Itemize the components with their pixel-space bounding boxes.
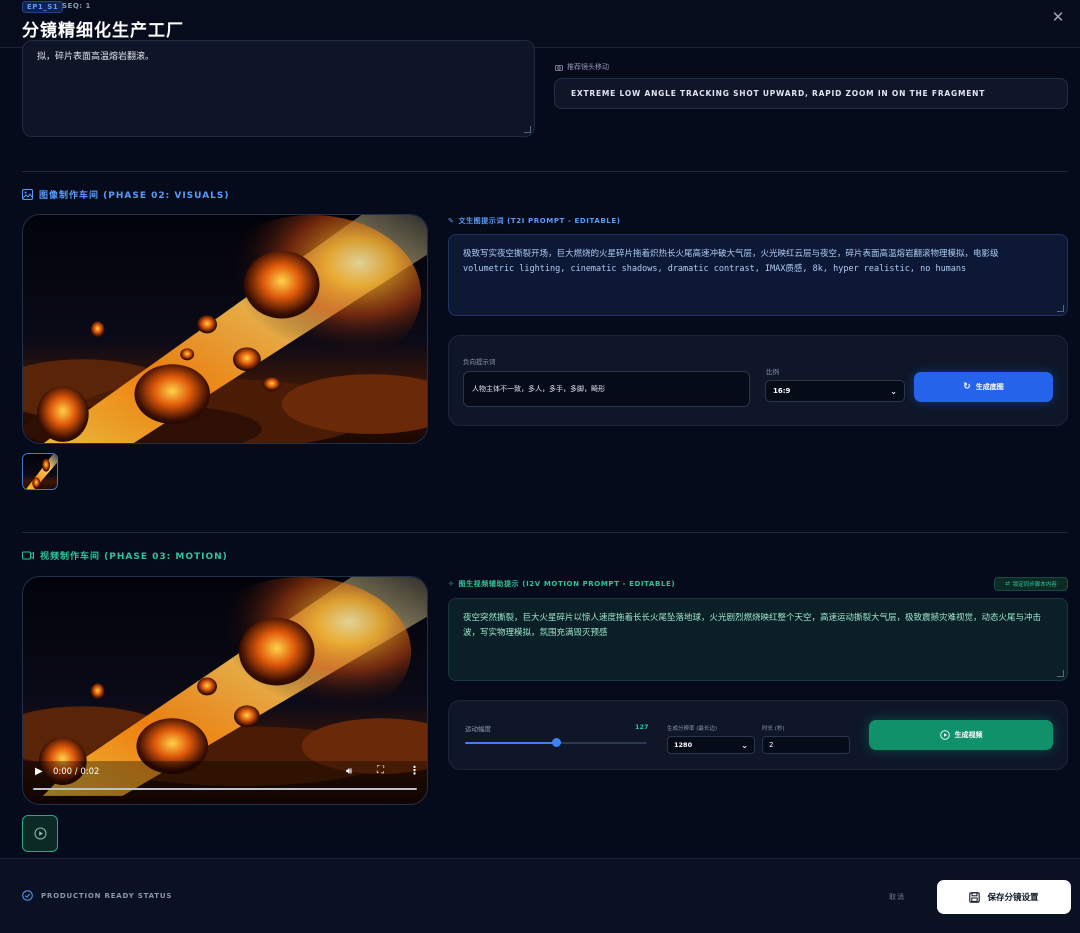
video-thumbnail[interactable]: [22, 815, 58, 852]
episode-badge: EP1_S1: [22, 1, 64, 13]
aspect-ratio-label: 比例: [766, 368, 779, 376]
camera-movement-label: 推荐镜头移动: [555, 62, 609, 72]
close-icon[interactable]: ✕: [1050, 9, 1066, 25]
save-storyboard-label: 保存分镜设置: [987, 893, 1039, 903]
resolution-label: 生成分辨率 (最长边): [667, 726, 718, 732]
video-controls: ▶ 0:00 / 0:02 🔊︎ ⛶ ⋮: [23, 760, 427, 804]
cancel-button[interactable]: 取消: [889, 892, 905, 902]
story-textarea[interactable]: 拟，碎片表面高温熔岩翻滚。: [22, 40, 535, 137]
t2i-prompt-label: ✎ 文生图提示词 (T2I PROMPT - EDITABLE): [448, 216, 621, 226]
page-title: 分镜精细化生产工厂: [22, 21, 184, 41]
generate-video-button[interactable]: 生成视频: [869, 720, 1053, 750]
sparkle-icon: ✧: [448, 580, 455, 588]
generate-video-label: 生成视频: [954, 731, 983, 739]
t2i-prompt-textarea[interactable]: 极致写实夜空撕裂开场，巨大燃烧的火星碎片拖着炽热长火尾高速冲破大气层，火光映红云…: [448, 234, 1068, 316]
motion-intensity-slider[interactable]: [465, 738, 647, 747]
sync-script-button[interactable]: ⇄ 锁定同步脚本内容: [994, 577, 1068, 591]
slider-fill: [465, 742, 556, 744]
sync-script-label: 锁定同步脚本内容: [1012, 582, 1057, 588]
refresh-icon: ↻: [963, 382, 971, 392]
save-icon: [969, 891, 981, 903]
aspect-ratio-select[interactable]: 16:9 ⌄: [765, 380, 905, 402]
generate-image-label: 生成底图: [975, 383, 1004, 391]
resolution-select[interactable]: 1280 ⌄: [667, 736, 755, 754]
meteor-scene-image: [23, 215, 427, 443]
t2i-prompt-text: 极致写实夜空撕裂开场，巨大燃烧的火星碎片拖着炽热长火尾高速冲破大气层，火光映红云…: [463, 249, 999, 274]
camera-icon: [555, 64, 563, 71]
video-player[interactable]: ▶ 0:00 / 0:02 🔊︎ ⛶ ⋮: [22, 576, 428, 805]
play-icon[interactable]: ▶: [35, 766, 43, 777]
production-status: PRODUCTION READY STATUS: [22, 890, 172, 901]
duration-input[interactable]: 2: [762, 736, 850, 754]
camera-label-text: 推荐镜头移动: [567, 63, 609, 71]
chevron-down-icon: ⌄: [890, 386, 897, 396]
motion-section-text: 视频制作车间 (PHASE 03: MOTION): [40, 552, 228, 562]
negative-prompt-value: 人物主体不一致，多人，多手，多脚，畸形: [472, 385, 605, 393]
i2v-prompt-text: 夜空突然撕裂，巨大火星碎片以惊人速度拖着长长火尾坠落地球，火光剧烈燃烧映红整个天…: [463, 613, 1042, 638]
t2i-label-text: 文生图提示词 (T2I PROMPT - EDITABLE): [458, 217, 621, 225]
story-text: 拟，碎片表面高温熔岩翻滚。: [37, 52, 155, 62]
i2v-prompt-textarea[interactable]: 夜空突然撕裂，巨大火星碎片以惊人速度拖着长长火尾坠落地球，火光剧烈燃烧映红整个天…: [448, 598, 1068, 681]
image-icon: [22, 189, 33, 200]
resize-grip-icon[interactable]: [524, 126, 531, 133]
video-time: 0:00 / 0:02: [53, 767, 100, 777]
image-generation-panel: 负向提示词 人物主体不一致，多人，多手，多脚，畸形 比例 16:9 ⌄ ↻ 生成…: [448, 335, 1068, 426]
motion-intensity-label: 运动幅度: [465, 725, 491, 733]
visual-section-text: 图像制作车间 (PHASE 02: VISUALS): [39, 191, 230, 201]
sequence-label: SEQ: 1: [62, 2, 91, 10]
resize-grip-icon[interactable]: [1057, 670, 1064, 677]
i2v-label-text: 图生视频辅助提示 (I2V MOTION PROMPT - EDITABLE): [458, 580, 676, 588]
generate-image-button[interactable]: ↻ 生成底图: [914, 372, 1053, 402]
video-camera-icon: [22, 551, 34, 560]
save-storyboard-button[interactable]: 保存分镜设置: [937, 880, 1071, 914]
aspect-ratio-value: 16:9: [773, 387, 791, 395]
play-circle-icon: [34, 827, 46, 840]
negative-prompt-input[interactable]: 人物主体不一致，多人，多手，多脚，畸形: [463, 371, 750, 407]
fullscreen-icon[interactable]: ⛶: [377, 765, 384, 776]
i2v-prompt-label: ✧ 图生视频辅助提示 (I2V MOTION PROMPT - EDITABLE…: [448, 579, 675, 589]
duration-value: 2: [769, 741, 774, 749]
more-options-icon[interactable]: ⋮: [409, 764, 420, 777]
check-circle-icon: [22, 890, 33, 901]
camera-movement-input[interactable]: EXTREME LOW ANGLE TRACKING SHOT UPWARD, …: [554, 78, 1068, 109]
image-thumbnail[interactable]: [22, 453, 58, 490]
negative-prompt-label: 负向提示词: [463, 358, 496, 366]
camera-movement-value: EXTREME LOW ANGLE TRACKING SHOT UPWARD, …: [571, 89, 986, 98]
video-progress-bar[interactable]: [33, 788, 417, 790]
motion-section-title: 视频制作车间 (PHASE 03: MOTION): [22, 549, 228, 562]
slider-thumb[interactable]: [551, 738, 561, 747]
footer-bar: PRODUCTION READY STATUS 取消 保存分镜设置: [0, 858, 1080, 933]
production-status-text: PRODUCTION READY STATUS: [41, 891, 173, 900]
video-generation-panel: 运动幅度 127 生成分辨率 (最长边) 1280 ⌄ 时长 (秒) 2 生成视…: [448, 700, 1068, 770]
chevron-down-icon: ⌄: [741, 740, 748, 750]
play-circle-icon: [939, 730, 950, 740]
thumbnail-image: [23, 454, 57, 489]
volume-icon[interactable]: 🔊︎: [346, 766, 352, 777]
visual-section-title: 图像制作车间 (PHASE 02: VISUALS): [22, 188, 229, 201]
duration-label: 时长 (秒): [762, 726, 785, 732]
generated-image-preview: [22, 214, 428, 444]
link-icon: ⇄: [1005, 581, 1010, 587]
resolution-value: 1280: [674, 741, 693, 749]
resize-grip-icon[interactable]: [1057, 305, 1064, 312]
section-divider: [22, 532, 1068, 533]
section-divider: [22, 171, 1068, 172]
motion-intensity-value: 127: [635, 723, 649, 731]
edit-sparkle-icon: ✎: [448, 217, 455, 225]
